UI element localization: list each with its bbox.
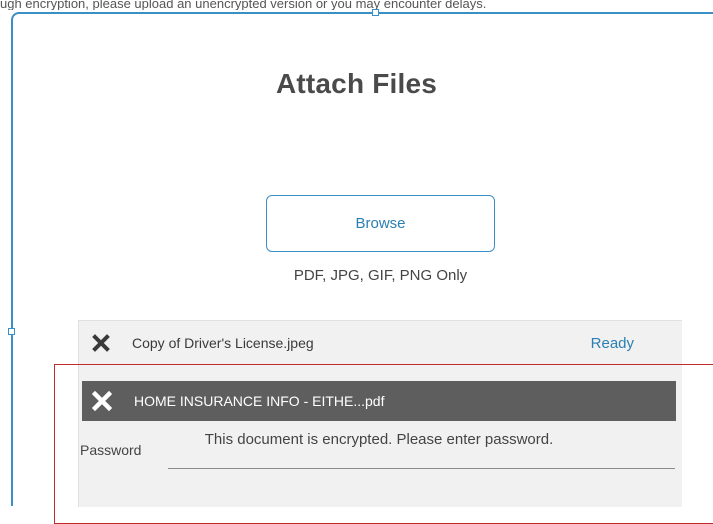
frame-resize-handle-top[interactable] bbox=[372, 9, 379, 16]
close-icon[interactable] bbox=[92, 334, 110, 352]
file-name: Copy of Driver's License.jpeg bbox=[132, 335, 314, 351]
close-icon[interactable] bbox=[92, 391, 112, 411]
frame-resize-handle-left[interactable] bbox=[8, 328, 15, 335]
file-row-encrypted: HOME INSURANCE INFO - EITHE...pdf bbox=[82, 381, 676, 421]
file-status: Ready bbox=[590, 334, 634, 352]
dialog-title: Attach Files bbox=[275, 68, 438, 99]
file-row: Copy of Driver's License.jpeg Ready bbox=[78, 321, 681, 365]
encrypted-message: This document is encrypted. Please enter… bbox=[204, 431, 554, 448]
file-types-hint: PDF, JPG, GIF, PNG Only bbox=[293, 267, 468, 284]
password-input[interactable] bbox=[168, 448, 675, 469]
top-instructions-fragment: ugh encryption, please upload an unencry… bbox=[0, 0, 487, 10]
file-name: HOME INSURANCE INFO - EITHE...pdf bbox=[134, 393, 385, 409]
password-label: Password bbox=[80, 442, 142, 458]
browse-button[interactable]: Browse bbox=[266, 195, 495, 252]
